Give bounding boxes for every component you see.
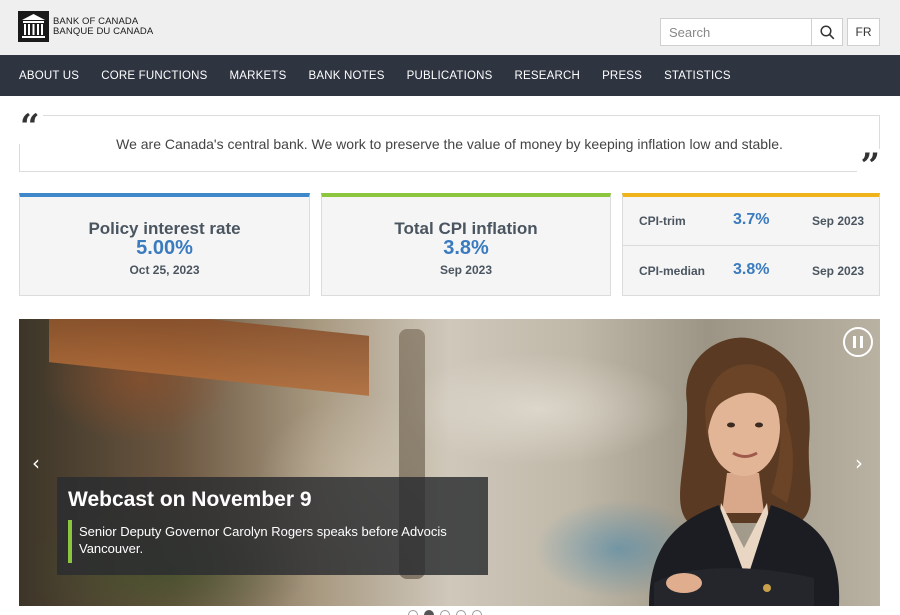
- cpi-median-label: CPI-median: [639, 264, 706, 278]
- pause-icon: [853, 336, 863, 348]
- carousel-caption[interactable]: Webcast on November 9 Senior Deputy Gove…: [57, 477, 488, 575]
- mission-statement: “ We are Canada's central bank. We work …: [17, 110, 883, 183]
- cpi-date: Sep 2023: [439, 263, 493, 277]
- logo-line-en: BANK OF CANADA: [53, 15, 139, 27]
- cpi-median-date: Sep 2023: [812, 264, 865, 278]
- carousel-dot-3[interactable]: [440, 610, 450, 615]
- carousel-dot-2[interactable]: [424, 610, 434, 615]
- cpi-value: 3.8%: [443, 237, 489, 259]
- search-button[interactable]: [811, 19, 842, 45]
- nav-item-publications[interactable]: PUBLICATIONS: [407, 70, 493, 82]
- speaker-photo: [649, 337, 840, 606]
- cpi-trim-row[interactable]: CPI-trim 3.7% Sep 2023: [623, 197, 879, 246]
- cpi-inflation-card[interactable]: Total CPI inflation 3.8% Sep 2023: [321, 193, 611, 296]
- logo-text: BANK OF CANADA BANQUE DU CANADA: [53, 15, 154, 37]
- carousel-prev-button[interactable]: ‹: [32, 451, 40, 475]
- chevron-left-icon: ‹: [32, 451, 40, 475]
- hero-carousel: ‹ › Webcast on November 9 Senior Deputy …: [19, 319, 880, 606]
- mission-text: We are Canada's central bank. We work to…: [116, 136, 783, 152]
- search-box: [660, 18, 843, 46]
- caption-text: Senior Deputy Governor Carolyn Rogers sp…: [79, 524, 447, 556]
- cpi-title: Total CPI inflation: [394, 219, 538, 238]
- carousel-pause-button[interactable]: [843, 327, 873, 357]
- cpi-median-row[interactable]: CPI-median 3.8% Sep 2023: [623, 247, 879, 296]
- search-icon: [819, 24, 834, 39]
- nav-item-about-us[interactable]: ABOUT US: [19, 70, 79, 82]
- caption-accent-bar: [68, 520, 72, 563]
- background-beam: [49, 319, 369, 396]
- logo-line-fr: BANQUE DU CANADA: [53, 25, 154, 37]
- core-inflation-card: CPI-trim 3.7% Sep 2023 CPI-median 3.8% S…: [622, 193, 880, 296]
- carousel-indicators: [408, 610, 482, 615]
- main-nav: ABOUT US CORE FUNCTIONS MARKETS BANK NOT…: [0, 55, 900, 96]
- cpi-trim-date: Sep 2023: [812, 214, 865, 228]
- search-input[interactable]: [661, 19, 811, 45]
- carousel-dot-4[interactable]: [456, 610, 466, 615]
- policy-rate-date: Oct 25, 2023: [129, 263, 200, 277]
- nav-item-markets[interactable]: MARKETS: [230, 70, 287, 82]
- policy-rate-card[interactable]: Policy interest rate 5.00% Oct 25, 2023: [19, 193, 310, 296]
- nav-item-bank-notes[interactable]: BANK NOTES: [309, 70, 385, 82]
- cpi-median-value: 3.8%: [733, 261, 770, 278]
- bank-building-icon: [18, 11, 49, 42]
- cpi-trim-value: 3.7%: [733, 211, 770, 228]
- chevron-right-icon: ›: [855, 451, 863, 475]
- carousel-dot-5[interactable]: [472, 610, 482, 615]
- caption-title: Webcast on November 9: [68, 488, 312, 511]
- carousel-next-button[interactable]: ›: [855, 451, 863, 475]
- policy-rate-title: Policy interest rate: [88, 219, 241, 238]
- cpi-trim-label: CPI-trim: [639, 214, 686, 228]
- nav-item-statistics[interactable]: STATISTICS: [664, 70, 731, 82]
- language-toggle-button[interactable]: FR: [847, 18, 880, 46]
- nav-item-press[interactable]: PRESS: [602, 70, 642, 82]
- carousel-dot-1[interactable]: [408, 610, 418, 615]
- policy-rate-value: 5.00%: [136, 237, 193, 259]
- close-quote-icon: ”: [857, 149, 883, 183]
- bank-logo[interactable]: BANK OF CANADA BANQUE DU CANADA: [18, 11, 153, 42]
- nav-item-core-functions[interactable]: CORE FUNCTIONS: [101, 70, 207, 82]
- nav-item-research[interactable]: RESEARCH: [515, 70, 581, 82]
- site-header: BANK OF CANADA BANQUE DU CANADA FR: [0, 0, 900, 55]
